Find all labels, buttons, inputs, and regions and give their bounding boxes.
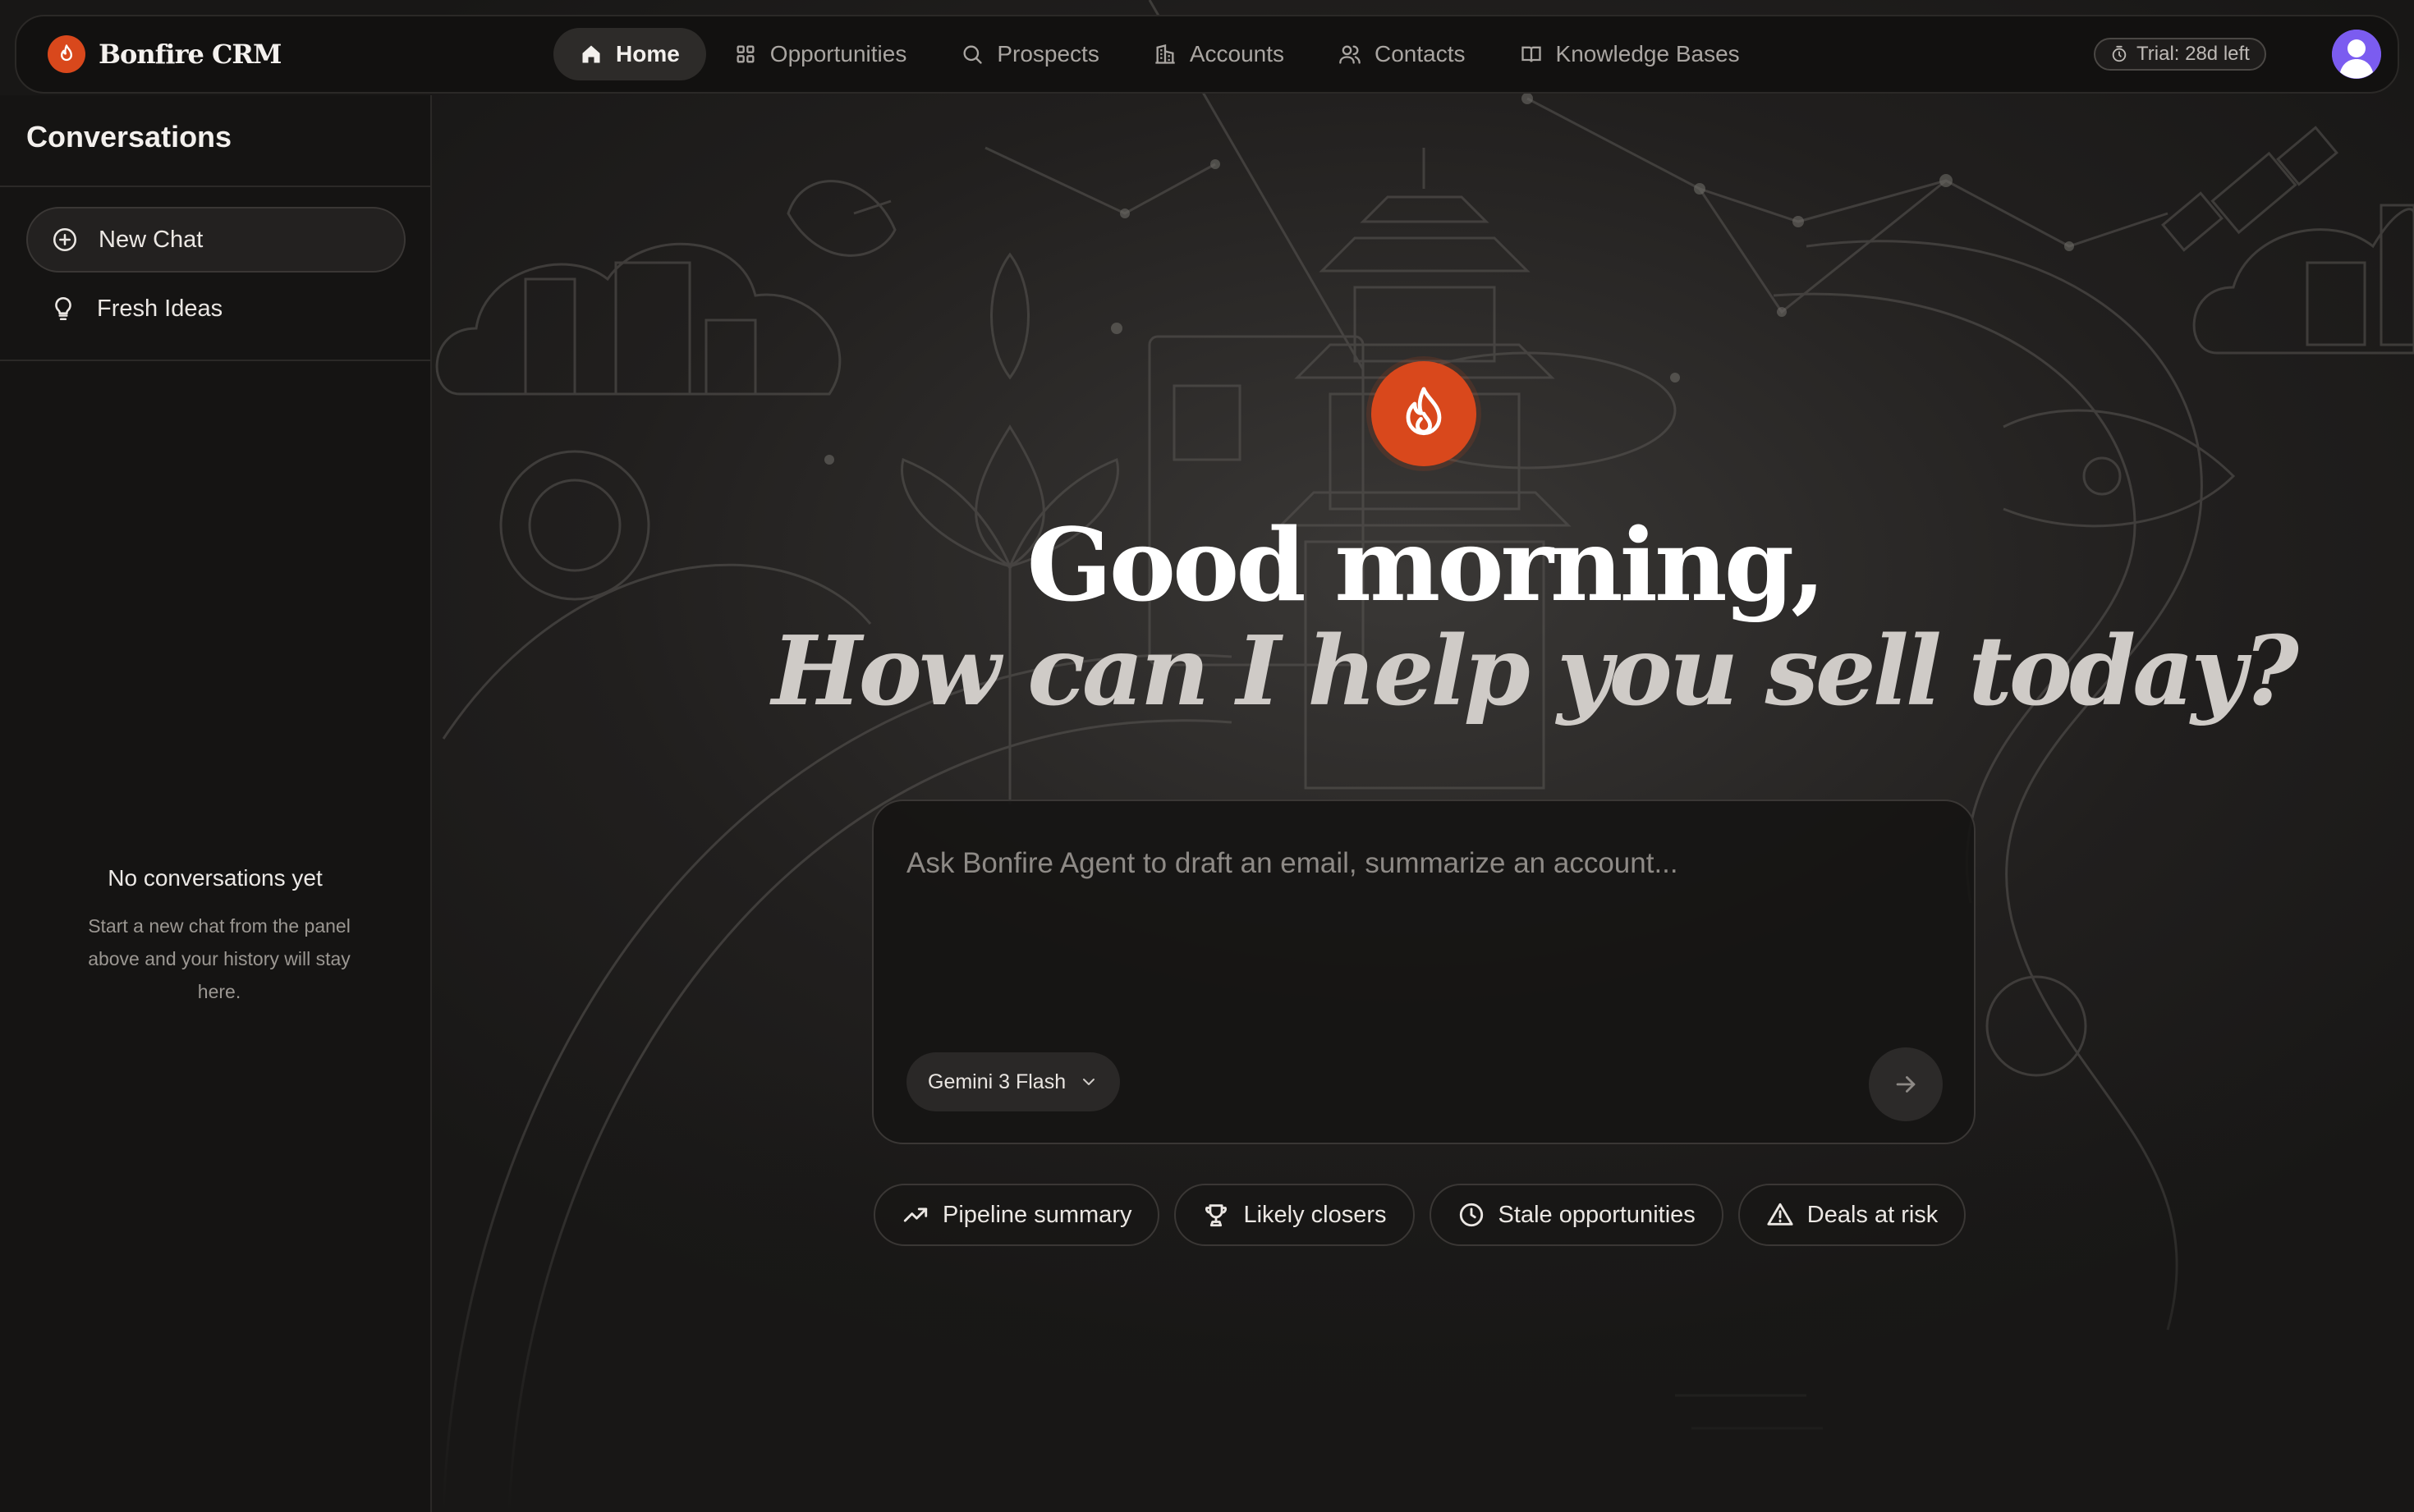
fresh-ideas-button[interactable]: Fresh Ideas (26, 276, 406, 341)
deals-at-risk-chip[interactable]: Deals at risk (1737, 1184, 1967, 1246)
trial-badge[interactable]: Trial: 28d left (2094, 38, 2266, 71)
chip-label: Deals at risk (1806, 1201, 1939, 1228)
user-avatar-icon (2332, 30, 2381, 79)
warning-triangle-icon (1767, 1203, 1793, 1226)
model-selector[interactable]: Gemini 3 Flash (906, 1052, 1121, 1111)
nav-item-opportunities[interactable]: Opportunities (708, 28, 934, 80)
brand-name: Bonfire CRM (99, 39, 282, 70)
users-icon (1339, 45, 1361, 64)
sidebar-title: Conversations (26, 120, 232, 153)
timer-icon (2112, 45, 2127, 62)
new-chat-button[interactable]: New Chat (26, 207, 406, 273)
nav-item-accounts[interactable]: Accounts (1127, 28, 1310, 80)
empty-state-description: Start a new chat from the panel above an… (88, 915, 351, 1002)
flame-logo-icon (48, 35, 85, 73)
fresh-ideas-label: Fresh Ideas (97, 295, 223, 322)
lightbulb-icon (55, 296, 71, 321)
trophy-icon (1205, 1204, 1228, 1227)
chevron-down-icon (1083, 1079, 1095, 1085)
nav-item-prospects[interactable]: Prospects (934, 28, 1126, 80)
nav-item-label: Prospects (997, 41, 1099, 66)
nav-item-label: Knowledge Bases (1555, 41, 1740, 66)
pipeline-summary-chip[interactable]: Pipeline summary (874, 1184, 1160, 1246)
nav-item-contacts[interactable]: Contacts (1312, 28, 1492, 80)
chat-composer: Gemini 3 Flash (872, 800, 1976, 1144)
sidebar-divider (0, 360, 430, 361)
main-nav: Home Opportunities Prospects Accounts Co… (553, 28, 1768, 80)
send-button[interactable] (1869, 1047, 1943, 1121)
nav-item-label: Contacts (1375, 41, 1466, 66)
app-window: Bonfire CRM Home Opportunities Prospects… (0, 0, 2414, 1512)
nav-item-knowledge-bases[interactable]: Knowledge Bases (1494, 28, 1766, 80)
home-icon (582, 45, 600, 63)
arrow-right-icon (1896, 1076, 1916, 1093)
greeting-subheading: How can I help you sell today? (772, 616, 2299, 727)
chip-label: Stale opportunities (1498, 1201, 1696, 1228)
top-navigation-bar: Bonfire CRM Home Opportunities Prospects… (15, 15, 2399, 94)
book-icon (1521, 46, 1541, 62)
chat-input[interactable] (906, 839, 1941, 888)
greeting-heading: Good morning, (1026, 506, 1826, 624)
suggestion-chips: Pipeline summary Likely closers Stale op… (874, 1184, 1980, 1246)
nav-item-label: Accounts (1189, 41, 1285, 66)
grid-icon (737, 45, 755, 63)
search-icon (963, 45, 983, 64)
likely-closers-chip[interactable]: Likely closers (1174, 1184, 1415, 1246)
sidebar-divider (0, 186, 430, 187)
flame-icon (1406, 387, 1442, 436)
nav-item-home[interactable]: Home (553, 28, 706, 80)
chip-label: Pipeline summary (943, 1201, 1132, 1228)
building-icon (1155, 44, 1175, 64)
nav-item-label: Home (616, 41, 680, 66)
stale-opportunities-chip[interactable]: Stale opportunities (1429, 1184, 1723, 1246)
plus-circle-icon (53, 227, 77, 252)
new-chat-label: New Chat (99, 226, 204, 253)
empty-state-title: No conversations yet (108, 865, 323, 891)
trial-label: Trial: 28d left (2136, 43, 2250, 65)
brand[interactable]: Bonfire CRM (48, 34, 282, 74)
user-avatar[interactable] (2332, 30, 2381, 79)
nav-item-label: Opportunities (769, 41, 907, 66)
bonfire-logo (1371, 361, 1476, 466)
trending-up-icon (903, 1207, 928, 1222)
model-selector-label: Gemini 3 Flash (928, 1070, 1067, 1093)
conversations-sidebar: Conversations New Chat Fresh Ideas No co… (0, 95, 432, 1512)
clock-icon (1459, 1203, 1483, 1227)
chip-label: Likely closers (1243, 1201, 1387, 1228)
